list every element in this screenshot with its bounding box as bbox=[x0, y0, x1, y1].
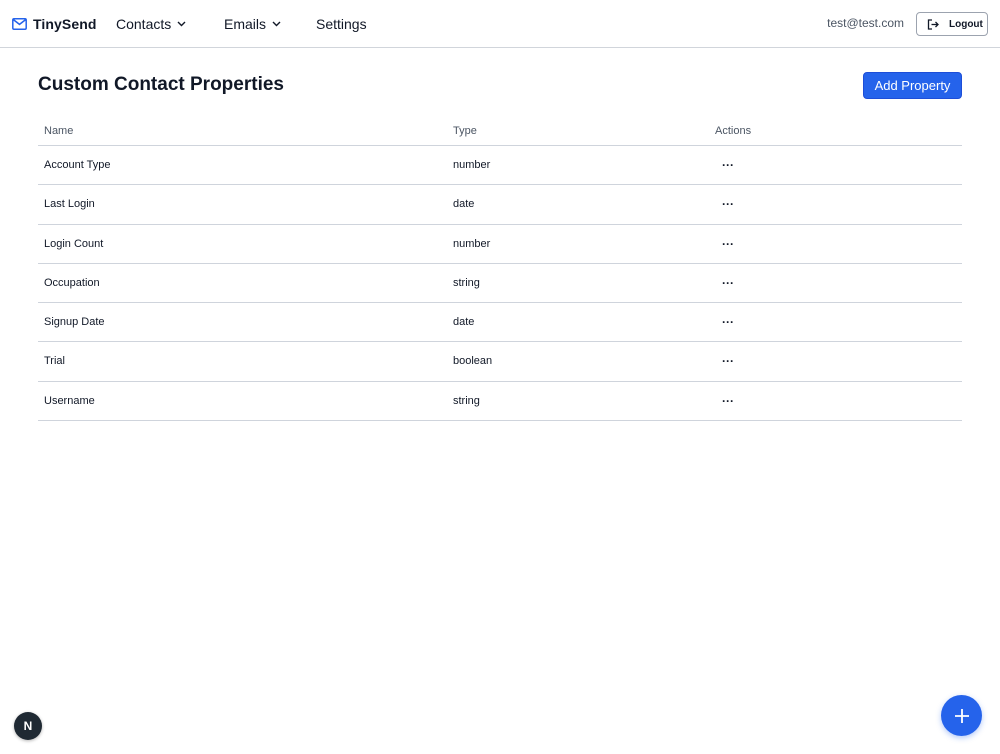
table-row: Account Type number ··· bbox=[38, 146, 962, 186]
nav-contacts-label: Contacts bbox=[116, 16, 172, 32]
property-type: date bbox=[453, 198, 475, 211]
nav-settings-label: Settings bbox=[316, 16, 367, 32]
nav-emails-menu[interactable]: Emails bbox=[224, 15, 281, 33]
property-type: date bbox=[453, 316, 475, 329]
chevron-down-icon bbox=[272, 21, 281, 27]
table-row: Signup Date date ··· bbox=[38, 303, 962, 343]
page-title: Custom Contact Properties bbox=[38, 74, 284, 95]
brand[interactable]: TinySend bbox=[12, 15, 97, 33]
properties-table: Name Type Actions Account Type number ··… bbox=[38, 116, 962, 422]
column-header-name: Name bbox=[44, 125, 74, 137]
row-actions-menu-icon[interactable]: ··· bbox=[718, 235, 738, 253]
user-email: test@test.com bbox=[827, 16, 904, 30]
property-name: Signup Date bbox=[44, 316, 105, 329]
table-row: Login Count number ··· bbox=[38, 225, 962, 264]
property-name: Occupation bbox=[44, 276, 100, 289]
property-name: Account Type bbox=[44, 159, 111, 171]
property-name: Login Count bbox=[44, 237, 104, 250]
chevron-down-icon bbox=[177, 21, 186, 27]
row-actions-menu-icon[interactable]: ··· bbox=[718, 352, 738, 370]
column-header-actions: Actions bbox=[715, 125, 752, 137]
table-row: Username string ··· bbox=[38, 382, 962, 422]
row-actions-menu-icon[interactable]: ··· bbox=[718, 313, 738, 331]
row-actions-menu-icon[interactable]: ··· bbox=[718, 392, 738, 410]
row-actions-menu-icon[interactable]: ··· bbox=[718, 156, 738, 174]
top-nav-bar: TinySend Contacts Emails Settings test@t… bbox=[0, 0, 1000, 48]
plus-icon bbox=[954, 708, 970, 724]
row-actions-menu-icon[interactable]: ··· bbox=[718, 195, 738, 213]
logout-label: Logout bbox=[949, 18, 983, 30]
table-row: Trial boolean ··· bbox=[38, 342, 962, 382]
floating-add-button[interactable] bbox=[941, 695, 982, 736]
table-row: Last Login date ··· bbox=[38, 185, 962, 225]
nav-settings-link[interactable]: Settings bbox=[316, 15, 367, 33]
mail-icon bbox=[12, 18, 27, 30]
add-property-button[interactable]: Add Property bbox=[863, 72, 962, 99]
property-type: number bbox=[453, 159, 491, 171]
table-row: Occupation string ··· bbox=[38, 264, 962, 304]
table-header: Name Type Actions bbox=[38, 116, 962, 146]
logout-button[interactable]: Logout bbox=[916, 12, 988, 36]
nav-contacts-menu[interactable]: Contacts bbox=[116, 15, 186, 33]
dev-tools-badge[interactable]: N bbox=[14, 712, 42, 740]
property-name: Last Login bbox=[44, 198, 95, 211]
property-type: boolean bbox=[453, 355, 493, 368]
brand-name: TinySend bbox=[33, 16, 97, 32]
property-type: string bbox=[453, 276, 480, 289]
property-type: number bbox=[453, 237, 491, 250]
logout-icon bbox=[927, 18, 939, 30]
property-name: Trial bbox=[44, 355, 65, 368]
property-type: string bbox=[453, 394, 480, 407]
nav-emails-label: Emails bbox=[224, 16, 267, 32]
property-name: Username bbox=[44, 394, 95, 407]
row-actions-menu-icon[interactable]: ··· bbox=[718, 274, 738, 292]
column-header-type: Type bbox=[453, 125, 477, 137]
dev-tools-badge-label: N bbox=[23, 719, 33, 733]
